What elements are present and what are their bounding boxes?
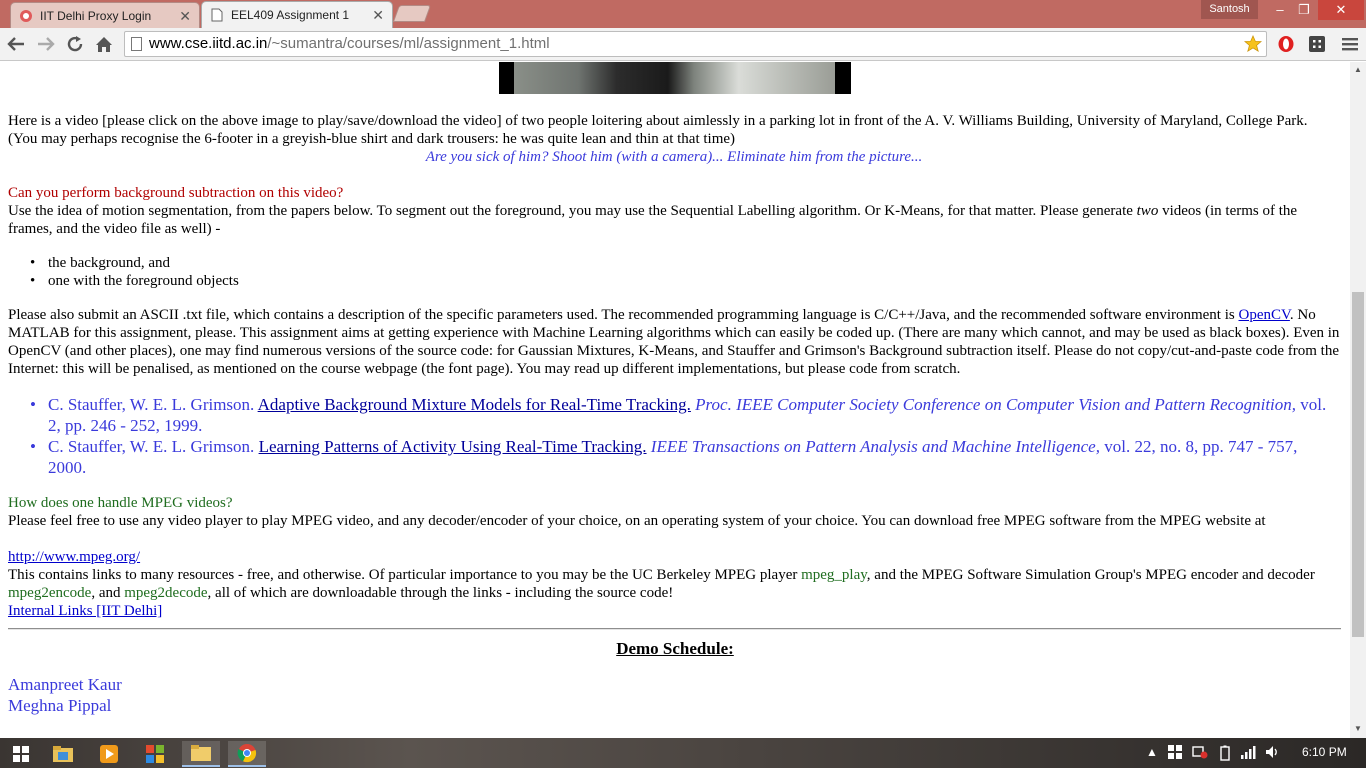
puzzle-extension-button[interactable] xyxy=(1306,32,1328,56)
chrome-icon xyxy=(237,744,257,763)
page-viewport: Here is a video [please click on the abo… xyxy=(0,62,1350,738)
tray-windows-icon[interactable] xyxy=(1168,745,1182,762)
output-videos-list: the background, and one with the foregro… xyxy=(30,254,239,290)
tray-volume-icon[interactable] xyxy=(1265,745,1281,762)
mpeg-paragraph: Please feel free to use any video player… xyxy=(8,513,1266,529)
mpeg-question: How does one handle MPEG videos? xyxy=(8,495,233,511)
tray-battery-icon[interactable] xyxy=(1220,745,1230,764)
list-item: the background, and xyxy=(30,254,239,272)
emphasis-two: two xyxy=(1136,203,1159,219)
mpeg2encode-link[interactable]: mpeg2encode xyxy=(8,585,91,601)
address-bar[interactable]: www.cse.iitd.ac.in/~sumantra/courses/ml/… xyxy=(124,31,1267,57)
video-intro-paragraph: Here is a video [please click on the abo… xyxy=(8,113,1308,147)
browser-toolbar: www.cse.iitd.ac.in/~sumantra/courses/ml/… xyxy=(0,28,1366,61)
mpeg-link-line: http://www.mpeg.org/ xyxy=(8,548,1340,566)
opera-icon xyxy=(1278,36,1294,52)
forward-arrow-icon xyxy=(38,37,55,51)
url-host: www.cse.iitd.ac.in xyxy=(149,35,268,52)
mpeg-play-link[interactable]: mpeg_play xyxy=(801,567,867,583)
browser-menu-button[interactable] xyxy=(1339,32,1361,56)
tab-iit-delhi-proxy-login[interactable]: IIT Delhi Proxy Login ✕ xyxy=(10,2,200,28)
tab-title: IIT Delhi Proxy Login xyxy=(40,8,152,23)
video-thumbnail-image[interactable] xyxy=(499,62,851,94)
taskbar-app-media-player[interactable] xyxy=(90,741,128,767)
windows-logo-icon xyxy=(13,746,29,762)
home-icon xyxy=(96,36,112,52)
demo-schedule-heading: Demo Schedule: xyxy=(616,639,734,658)
background-subtraction-question: Can you perform background subtraction o… xyxy=(8,185,344,201)
media-player-icon xyxy=(100,745,118,763)
page-favicon-icon xyxy=(210,8,224,22)
mpeg2decode-link[interactable]: mpeg2decode xyxy=(124,585,207,601)
taskbar-app-file-explorer[interactable] xyxy=(182,741,220,767)
mpeg-resources-paragraph: This contains links to many resources - … xyxy=(8,567,1315,601)
browser-titlebar: IIT Delhi Proxy Login ✕ EEL409 Assignmen… xyxy=(0,0,1366,28)
tab-close-icon[interactable]: ✕ xyxy=(179,8,191,25)
extension-puzzle-icon xyxy=(1309,36,1325,52)
vertical-scrollbar[interactable]: ▲ ▼ xyxy=(1350,62,1366,738)
forward-button[interactable] xyxy=(35,32,57,56)
list-item: one with the foreground objects xyxy=(30,272,239,290)
windows-taskbar: ▲ 6:10 PM xyxy=(0,738,1366,768)
scroll-down-arrow-icon[interactable]: ▼ xyxy=(1354,724,1362,733)
reload-button[interactable] xyxy=(64,32,86,56)
window-close-button[interactable]: ✕ xyxy=(1318,0,1364,20)
scrollbar-thumb[interactable] xyxy=(1352,292,1364,637)
reference-item: C. Stauffer, W. E. L. Grimson. Learning … xyxy=(30,436,1334,478)
mpeg-website-link[interactable]: http://www.mpeg.org/ xyxy=(8,549,140,565)
bookmark-star-icon[interactable] xyxy=(1242,33,1264,55)
page-info-icon[interactable] xyxy=(131,37,142,51)
office-tiles-icon xyxy=(146,745,164,763)
tray-network-error-icon[interactable] xyxy=(1192,745,1208,762)
tagline: Are you sick of him? Shoot him (with a c… xyxy=(425,149,923,165)
tray-expand-icon[interactable]: ▲ xyxy=(1146,745,1158,759)
file-explorer-icon xyxy=(191,745,211,761)
url-path: /~sumantra/courses/ml/assignment_1.html xyxy=(267,35,550,52)
home-button[interactable] xyxy=(93,32,115,56)
taskbar-clock[interactable]: 6:10 PM xyxy=(1302,745,1347,759)
proxy-favicon-icon xyxy=(19,9,33,23)
student-name: Amanpreet Kaur xyxy=(8,675,122,694)
student-name: Meghna Pippal xyxy=(8,696,112,715)
tab-close-icon[interactable]: ✕ xyxy=(372,7,384,24)
opera-extension-button[interactable] xyxy=(1275,32,1297,56)
horizontal-rule xyxy=(8,628,1341,630)
tab-title: EEL409 Assignment 1 xyxy=(231,8,350,22)
submission-paragraph: Please also submit an ASCII .txt file, w… xyxy=(8,307,1340,377)
reference-link-adaptive-background[interactable]: Adaptive Background Mixture Models for R… xyxy=(258,395,691,414)
maximize-button[interactable]: ❐ xyxy=(1290,0,1318,20)
scroll-up-arrow-icon[interactable]: ▲ xyxy=(1354,65,1362,74)
back-arrow-icon xyxy=(7,37,24,51)
reload-icon xyxy=(67,36,83,52)
internal-links-link[interactable]: Internal Links [IIT Delhi] xyxy=(8,603,162,619)
reference-item: C. Stauffer, W. E. L. Grimson. Adaptive … xyxy=(30,394,1334,436)
references-list: C. Stauffer, W. E. L. Grimson. Adaptive … xyxy=(30,394,1334,478)
reference-link-learning-patterns[interactable]: Learning Patterns of Activity Using Real… xyxy=(259,437,647,456)
tab-eel409-assignment[interactable]: EEL409 Assignment 1 ✕ xyxy=(201,1,393,28)
hamburger-menu-icon xyxy=(1342,38,1358,51)
internal-links-line: Internal Links [IIT Delhi] xyxy=(8,602,1340,620)
taskbar-app-store[interactable] xyxy=(136,741,174,767)
taskbar-app-chrome[interactable] xyxy=(228,741,266,767)
taskbar-app-explorer-pinned[interactable] xyxy=(44,741,82,767)
opencv-link[interactable]: OpenCV xyxy=(1238,307,1289,323)
folder-icon xyxy=(53,746,73,762)
motion-segmentation-paragraph: Use the idea of motion segmentation, fro… xyxy=(8,203,1298,237)
tray-signal-icon[interactable] xyxy=(1240,745,1256,762)
profile-user-badge[interactable]: Santosh xyxy=(1201,0,1258,19)
start-button[interactable] xyxy=(2,741,40,767)
back-button[interactable] xyxy=(5,32,27,56)
new-tab-button[interactable] xyxy=(392,5,432,22)
